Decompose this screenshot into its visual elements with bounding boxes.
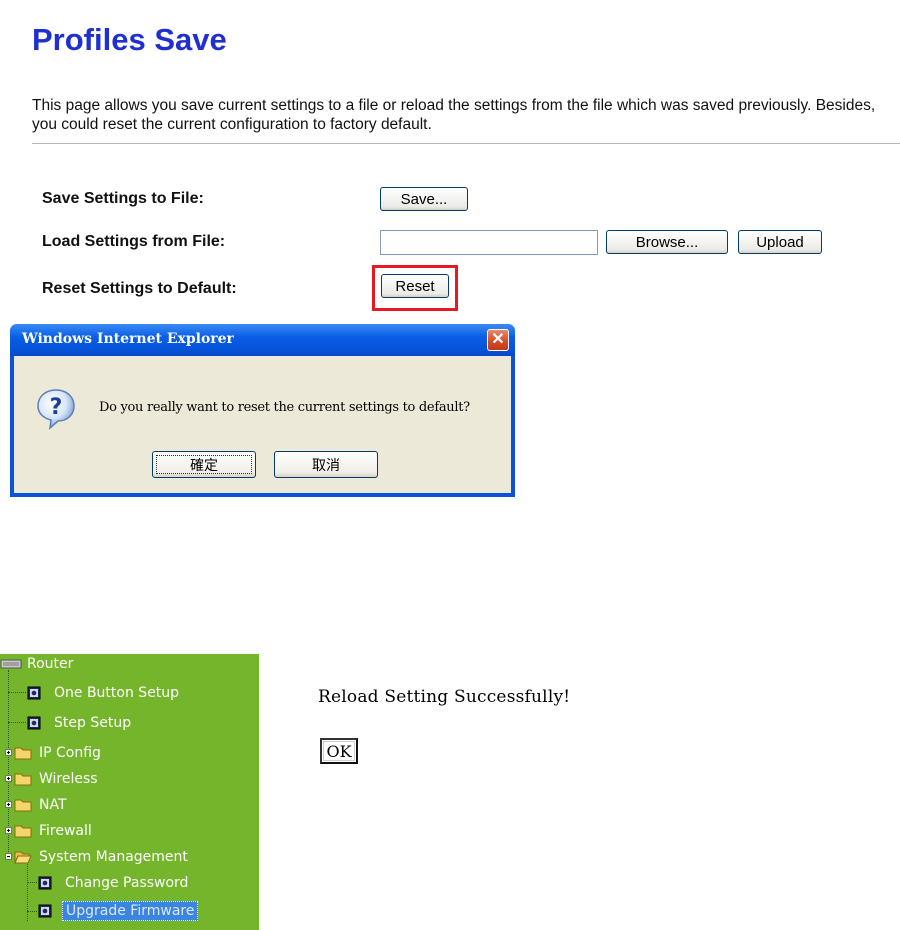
sidebar-item-label: Change Password bbox=[65, 875, 189, 891]
page-description: This page allows you save current settin… bbox=[32, 97, 876, 133]
sidebar-item-ip-config[interactable]: IP Config bbox=[14, 743, 104, 763]
sidebar-item-label: Step Setup bbox=[54, 715, 132, 731]
sidebar-item-system-management[interactable]: System Management bbox=[14, 847, 191, 867]
sidebar-item-label: IP Config bbox=[39, 745, 101, 761]
reset-settings-label: Reset Settings to Default: bbox=[42, 280, 237, 297]
tree-line bbox=[27, 882, 37, 883]
tree-line bbox=[27, 911, 37, 912]
expand-icon[interactable] bbox=[5, 749, 12, 756]
svg-text:?: ? bbox=[50, 395, 63, 420]
divider bbox=[32, 143, 900, 144]
tree-root-router[interactable]: Router bbox=[0, 654, 76, 674]
save-button[interactable]: Save... bbox=[380, 187, 468, 211]
sidebar-item-label: Upgrade Firmware bbox=[62, 901, 199, 921]
sidebar-item-label: Firewall bbox=[39, 823, 92, 839]
tree-line bbox=[27, 864, 28, 921]
page-icon bbox=[38, 876, 52, 890]
expand-icon[interactable] bbox=[5, 827, 12, 834]
sidebar-item-label: System Management bbox=[39, 849, 188, 865]
save-settings-label: Save Settings to File: bbox=[42, 190, 204, 207]
dialog-body: ? Do you really want to reset the curren… bbox=[14, 356, 511, 493]
browse-button[interactable]: Browse... bbox=[606, 230, 728, 254]
sidebar-item-nat[interactable]: NAT bbox=[14, 795, 70, 815]
folder-icon bbox=[14, 799, 32, 812]
page-icon bbox=[38, 904, 52, 918]
tree-line bbox=[8, 722, 26, 723]
reload-ok-button[interactable]: OK bbox=[320, 738, 358, 764]
page-icon bbox=[27, 686, 41, 700]
sidebar-item-label: One Button Setup bbox=[54, 685, 180, 701]
confirm-dialog: Windows Internet Explorer ✕ ? Do you rea… bbox=[10, 324, 515, 497]
reset-button[interactable]: Reset bbox=[381, 274, 449, 298]
sidebar-item-firewall[interactable]: Firewall bbox=[14, 821, 95, 841]
dialog-title: Windows Internet Explorer bbox=[22, 331, 234, 347]
tree-line bbox=[8, 692, 26, 693]
sidebar-item-one-button-setup[interactable]: One Button Setup bbox=[27, 683, 182, 703]
sidebar-item-upgrade-firmware[interactable]: Upgrade Firmware bbox=[38, 901, 199, 921]
folder-icon bbox=[14, 747, 32, 760]
folder-icon bbox=[14, 825, 32, 838]
sidebar-tree: Router One Button Setup Step Setup IP Co… bbox=[0, 654, 259, 930]
load-settings-label: Load Settings from File: bbox=[42, 233, 226, 250]
dialog-ok-button[interactable]: 確定 bbox=[152, 451, 256, 478]
folder-open-icon bbox=[14, 851, 32, 864]
expand-icon[interactable] bbox=[5, 775, 12, 782]
expand-icon[interactable] bbox=[5, 801, 12, 808]
tree-root-label: Router bbox=[27, 656, 74, 672]
page-icon bbox=[27, 716, 41, 730]
question-icon: ? bbox=[37, 389, 75, 430]
folder-icon bbox=[14, 773, 32, 786]
dialog-cancel-button[interactable]: 取消 bbox=[274, 451, 378, 478]
file-path-input[interactable] bbox=[380, 230, 598, 255]
close-icon[interactable]: ✕ bbox=[487, 329, 509, 351]
upload-button[interactable]: Upload bbox=[738, 230, 822, 254]
router-icon bbox=[0, 659, 22, 669]
sidebar-item-wireless[interactable]: Wireless bbox=[14, 769, 101, 789]
sidebar-item-label: Wireless bbox=[39, 771, 98, 787]
sidebar-item-step-setup[interactable]: Step Setup bbox=[27, 713, 134, 733]
dialog-titlebar[interactable]: Windows Internet Explorer ✕ bbox=[10, 324, 515, 356]
sidebar-item-label: NAT bbox=[39, 797, 67, 813]
sidebar-item-change-password[interactable]: Change Password bbox=[38, 873, 191, 893]
dialog-message: Do you really want to reset the current … bbox=[99, 400, 470, 415]
page-title: Profiles Save bbox=[32, 22, 227, 57]
collapse-icon[interactable] bbox=[5, 853, 12, 860]
reload-message: Reload Setting Successfully! bbox=[318, 687, 571, 707]
